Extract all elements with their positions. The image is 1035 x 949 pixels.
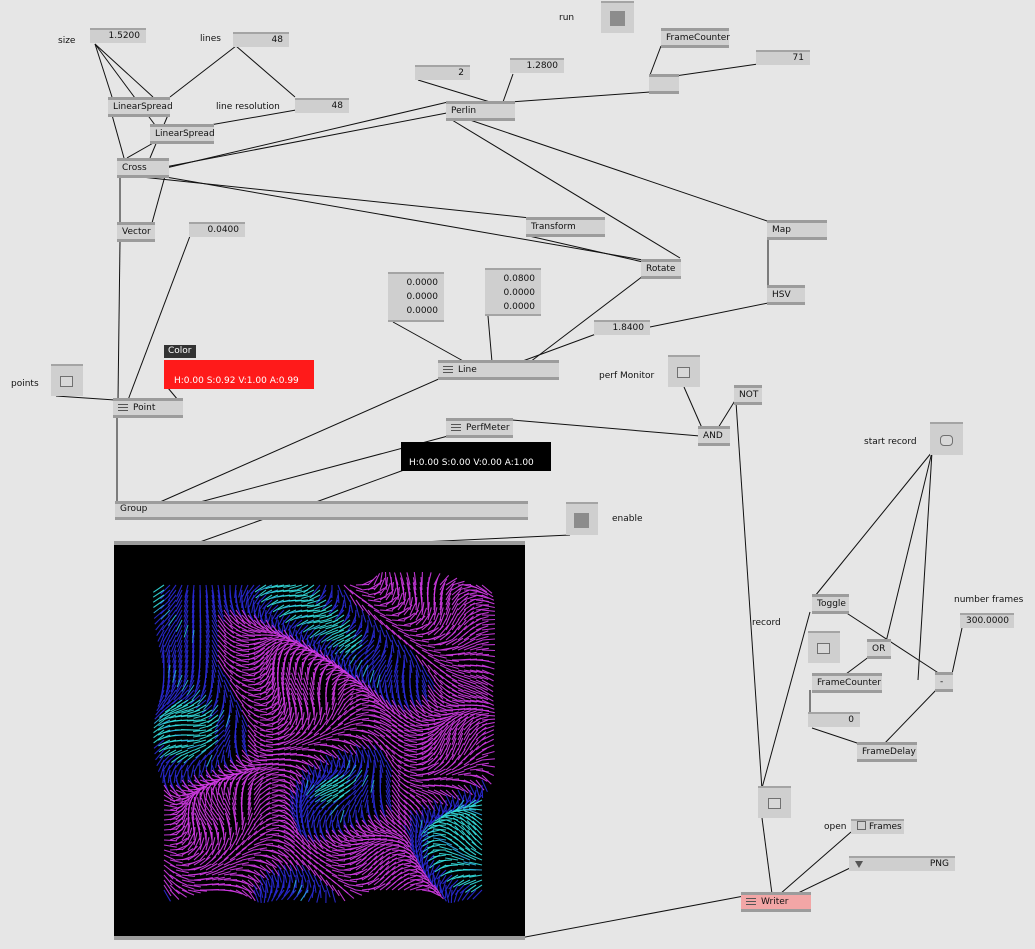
menu-icon [118,403,128,412]
toggle-on-indicator-icon [574,512,589,528]
checkbox-icon [857,821,866,830]
renderer-footer [114,936,525,940]
not-node[interactable]: NOT [734,385,762,405]
points-toggle-button[interactable] [51,364,83,396]
hsv-node[interactable]: HSV [767,285,805,305]
linearspread-node-1[interactable]: LinearSpread [108,97,173,117]
perlin-scale-value-box[interactable]: 1.2800 [510,58,564,73]
start-record-bang-button[interactable] [930,422,963,455]
vector-b-z: 0.0000 [503,302,536,312]
size-label: size [58,36,76,46]
record-label: record [752,618,781,628]
subtract-node[interactable]: - [935,672,953,692]
toggle-on-indicator-icon [609,11,625,26]
toggle-state-bang-button[interactable] [808,631,840,663]
perf-monitor-toggle-button[interactable] [668,355,700,387]
point-node[interactable]: Point [113,398,183,418]
flow-field-render [152,571,496,904]
map-node[interactable]: Map [767,220,827,240]
size-value-box[interactable]: 1.5200 [90,28,146,43]
vector-b-y: 0.0000 [503,288,536,298]
vector-b-value-box[interactable]: 0.0800 0.0000 0.0000 [485,268,541,316]
writer-node-label: Writer [761,897,789,907]
line-node-label: Line [458,365,477,375]
writer-node[interactable]: Writer [741,892,811,912]
vector-b-x: 0.0800 [503,274,536,284]
frame-count-value-box[interactable]: 71 [756,50,810,65]
vector-a-z: 0.0000 [406,306,439,316]
record-toggle-button[interactable] [758,786,791,818]
line-resolution-value-box[interactable]: 48 [295,98,349,113]
framecounter-output-node[interactable] [649,74,679,94]
number-frames-value-box[interactable]: 300.0000 [960,613,1014,628]
linearspread-node-2[interactable]: LinearSpread [150,124,215,144]
point-node-label: Point [133,403,156,413]
run-toggle-button[interactable] [601,1,634,33]
vector-node[interactable]: Vector [117,222,155,242]
flow-strokes [152,571,496,904]
framecounter-record-node[interactable]: FrameCounter [812,673,882,693]
perlin-node[interactable]: Perlin [446,101,515,121]
perlin-input-value-box[interactable]: 2 [415,65,470,80]
perfmeter-node-label: PerfMeter [466,423,510,433]
toggle-off-indicator-icon [60,376,73,387]
color-node-title: Color [164,345,196,358]
toggle-node[interactable]: Toggle [812,594,849,614]
enable-label: enable [612,514,643,524]
menu-icon [746,897,756,906]
number-frames-label: number frames [954,595,1024,605]
renderer-window[interactable] [114,545,525,936]
points-label: points [11,379,39,389]
perf-monitor-label: perf Monitor [599,371,655,381]
line-resolution-label: line resolution [216,102,280,112]
counter-reset-value-box[interactable]: 0 [808,712,860,727]
format-dropdown-value: PNG [929,859,949,869]
perfmeter-node[interactable]: PerfMeter [446,418,513,438]
vector-a-y: 0.0000 [406,292,439,302]
toggle-off-indicator-icon [677,367,690,378]
menu-icon [451,423,461,432]
enable-toggle-button[interactable] [566,502,598,535]
framedelay-node[interactable]: FrameDelay [857,742,917,762]
color-value-text: H:0.00 S:0.92 V:1.00 A:0.99 [174,376,299,386]
toggle-off-indicator-icon [817,643,830,654]
point-size-value-box[interactable]: 0.0400 [189,222,245,237]
lines-label: lines [200,34,221,44]
line-width-value-box[interactable]: 1.8400 [594,320,650,335]
toggle-off-indicator-icon [767,798,781,809]
run-label: run [559,13,575,23]
perfmeter-color-box[interactable]: H:0.00 S:0.00 V:0.00 A:1.00 [401,442,551,471]
rotate-node[interactable]: Rotate [641,259,681,279]
vector-a-value-box[interactable]: 0.0000 0.0000 0.0000 [388,272,444,322]
frames-option[interactable]: Frames [851,819,904,834]
open-label: open [824,822,847,832]
lines-value-box[interactable]: 48 [233,32,289,47]
start-record-label: start record [864,437,917,447]
dropdown-arrow-icon [855,861,863,868]
frames-option-label: Frames [869,822,902,832]
group-node[interactable]: Group [115,501,528,520]
framecounter-top-node[interactable]: FrameCounter [661,28,730,48]
perfmeter-color-text: H:0.00 S:0.00 V:0.00 A:1.00 [409,458,534,468]
line-node[interactable]: Line [438,360,559,380]
transform-node[interactable]: Transform [526,217,605,237]
color-swatch[interactable]: H:0.00 S:0.92 V:1.00 A:0.99 [164,360,314,389]
bang-indicator-icon [939,434,953,446]
and-node[interactable]: AND [698,426,730,446]
format-dropdown[interactable]: PNG [849,856,955,871]
or-node[interactable]: OR [867,639,891,659]
cross-node[interactable]: Cross [117,158,169,178]
menu-icon [443,365,453,374]
vector-a-x: 0.0000 [406,278,439,288]
